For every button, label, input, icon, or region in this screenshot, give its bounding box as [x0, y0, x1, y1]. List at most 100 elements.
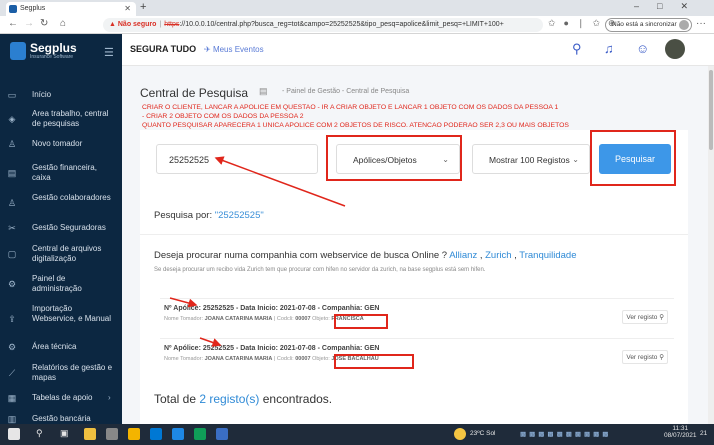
- scrollbar[interactable]: [708, 66, 714, 424]
- chart-icon: ⟋: [8, 368, 16, 378]
- chevron-down-icon: ⌄: [572, 155, 579, 164]
- logo-name: Segplus: [30, 41, 77, 55]
- meus-eventos-link[interactable]: ✈ Meus Eventos: [204, 45, 264, 54]
- breadcrumb: - Painel de Gestão - Central de Pesquisa: [282, 88, 410, 95]
- warning-icon: ▲: [109, 21, 118, 28]
- chrome-icon[interactable]: [128, 428, 140, 440]
- annotation-note-1: CRIAR O CLIENTE, LANCAR A APOLICE EM QUE…: [142, 104, 559, 111]
- annotation-note-2: - CRIAR 2 OBJETO COM OS DADOS DA PESSOA …: [142, 113, 304, 120]
- record-title: Nº Apólice: 25252525 - Data Inicio: 2021…: [164, 345, 380, 352]
- ver-registo-button[interactable]: Ver registo ⚲: [622, 310, 668, 324]
- edge-icon[interactable]: [172, 428, 184, 440]
- search-card: 25252525 Apólices/Objetos ⌄ Mostrar 100 …: [140, 130, 688, 200]
- profile-avatar: [678, 20, 689, 30]
- search-icon: ⚲: [659, 354, 664, 361]
- clock[interactable]: 11:31 08/07/2021: [664, 425, 697, 439]
- divider: [160, 338, 674, 339]
- close-tab-icon[interactable]: ✕: [124, 2, 131, 16]
- weather-text[interactable]: 23ºC Sol: [470, 430, 496, 437]
- annotation-box-objeto-1: [334, 314, 388, 329]
- link-tranquilidade[interactable]: Tranquilidade: [519, 250, 576, 261]
- top-bar: SEGURA TUDO ✈ Meus Eventos ⚲ ♫ ☺: [122, 34, 714, 66]
- sidebar: Segplus Insurance Software ☰ ▭ Início ◈ Ar…: [0, 34, 122, 424]
- scrollbar-thumb[interactable]: [709, 70, 713, 150]
- tray-icons[interactable]: ▩▩▩▩▩▩▩▩▩▩: [520, 430, 611, 438]
- results-card: Pesquisa por: "25252525" Deseja procurar…: [140, 200, 688, 424]
- app-icon[interactable]: [106, 428, 118, 440]
- address-bar: ← → ↻ ⌂ ▲ Não seguro | https://10.0.0.10/c…: [0, 16, 714, 34]
- page-title: Central de Pesquisa: [140, 86, 249, 100]
- results-total: Total de 2 registo(s) encontrados.: [154, 392, 333, 406]
- more-menu-icon[interactable]: ···: [696, 18, 706, 29]
- avatar[interactable]: [665, 39, 685, 59]
- record-title: Nº Apólice: 25252525 - Data Inicio: 2021…: [164, 305, 380, 312]
- divider: [140, 234, 688, 235]
- upload-icon: ⇪: [8, 314, 16, 324]
- browser-tab[interactable]: Segplus ✕: [6, 2, 136, 16]
- link-allianz[interactable]: Allianz: [449, 250, 477, 261]
- desktop-icon: ▭: [7, 90, 17, 100]
- bank-icon: ▥: [7, 414, 17, 424]
- wallet-icon: ▤: [7, 168, 17, 178]
- windows-start-icon[interactable]: [8, 428, 20, 440]
- segplus-favicon-icon: [9, 5, 17, 13]
- tab-title: Segplus: [20, 5, 46, 12]
- link-zurich[interactable]: Zurich: [485, 250, 511, 261]
- segplus-logo[interactable]: Segplus Insurance Software: [10, 40, 90, 64]
- layers-icon: ◈: [8, 114, 16, 124]
- file-explorer-icon[interactable]: [84, 428, 96, 440]
- annotation-box-select: [326, 135, 462, 181]
- company-name: SEGURA TUDO: [130, 44, 197, 54]
- search-hint: Se deseja procurar um recibo vida Zurich…: [154, 267, 486, 273]
- url-path: ://10.0.0.10/central.php?busca_reg=tot&c…: [179, 21, 504, 28]
- sync-label: Não está a sincronizar: [612, 21, 677, 28]
- search-icon[interactable]: ⚲: [36, 428, 43, 439]
- results-title: Pesquisa por: "25252525": [154, 210, 264, 221]
- edge-new-icon[interactable]: [194, 428, 206, 440]
- divider: [160, 298, 674, 299]
- chevron-right-icon: ›: [108, 393, 111, 402]
- users-icon: ♙: [7, 198, 17, 208]
- url-warning: Não seguro: [117, 21, 157, 28]
- annotation-note-3: QUANTO PESQUISAR APARECERA 1 UNICA APOLI…: [142, 122, 569, 129]
- table-icon: ▦: [7, 393, 17, 403]
- window-controls[interactable]: –□✕: [634, 1, 706, 12]
- app-icon[interactable]: [216, 428, 228, 440]
- folder-icon: ▢: [7, 249, 17, 259]
- tools-icon: ✂: [8, 223, 16, 233]
- notification-count[interactable]: 21: [700, 430, 707, 437]
- home-icon[interactable]: ⌂: [60, 18, 66, 29]
- user-icon: ♙: [7, 139, 17, 149]
- new-tab-icon[interactable]: +: [140, 1, 146, 13]
- url-field[interactable]: ▲ Não seguro | https://10.0.0.10/central.p…: [103, 18, 543, 32]
- back-icon[interactable]: ←: [8, 18, 18, 29]
- annotation-box-button: [590, 130, 676, 186]
- ver-registo-button[interactable]: Ver registo ⚲: [622, 350, 668, 364]
- search-input[interactable]: 25252525: [156, 144, 318, 174]
- send-icon: ✈: [204, 45, 213, 54]
- user-circle-icon[interactable]: ☺: [636, 41, 649, 56]
- search-icon: ⚲: [659, 314, 664, 321]
- windows-taskbar: ⚲ ▣ 23ºC Sol ▩▩▩▩▩▩▩▩▩▩ 11:31 08/07/2021 …: [0, 424, 714, 445]
- annotation-box-objeto-2: [334, 354, 414, 369]
- main-content: Central de Pesquisa ▤ - Painel de Gestão…: [122, 66, 714, 424]
- webservice-prompt: Deseja procurar numa companhia com webse…: [154, 250, 577, 261]
- bell-icon[interactable]: ♫: [604, 41, 614, 56]
- outlook-icon[interactable]: [150, 428, 162, 440]
- browser-tab-bar: Segplus ✕ + –□✕: [0, 0, 714, 16]
- weather-icon: [454, 428, 466, 440]
- task-view-icon[interactable]: ▣: [60, 428, 69, 439]
- page-icon: ▤: [259, 86, 268, 96]
- forward-icon[interactable]: →: [24, 18, 34, 29]
- reload-icon[interactable]: ↻: [40, 18, 48, 29]
- limit-select[interactable]: Mostrar 100 Registos ⌄: [472, 144, 590, 174]
- cog-icon: ⚙: [7, 342, 17, 352]
- gear-icon: ⚙: [7, 279, 17, 289]
- list-item: Nº Apólice: 25252525 - Data Inicio: 2021…: [160, 302, 674, 332]
- url-https: https: [164, 21, 180, 28]
- sync-button[interactable]: Não está a sincronizar: [605, 18, 692, 32]
- hamburger-menu-icon[interactable]: ☰: [104, 46, 114, 59]
- logo-mark-icon: [10, 42, 26, 60]
- search-icon[interactable]: ⚲: [572, 41, 582, 57]
- list-item: Nº Apólice: 25252525 - Data Inicio: 2021…: [160, 342, 674, 372]
